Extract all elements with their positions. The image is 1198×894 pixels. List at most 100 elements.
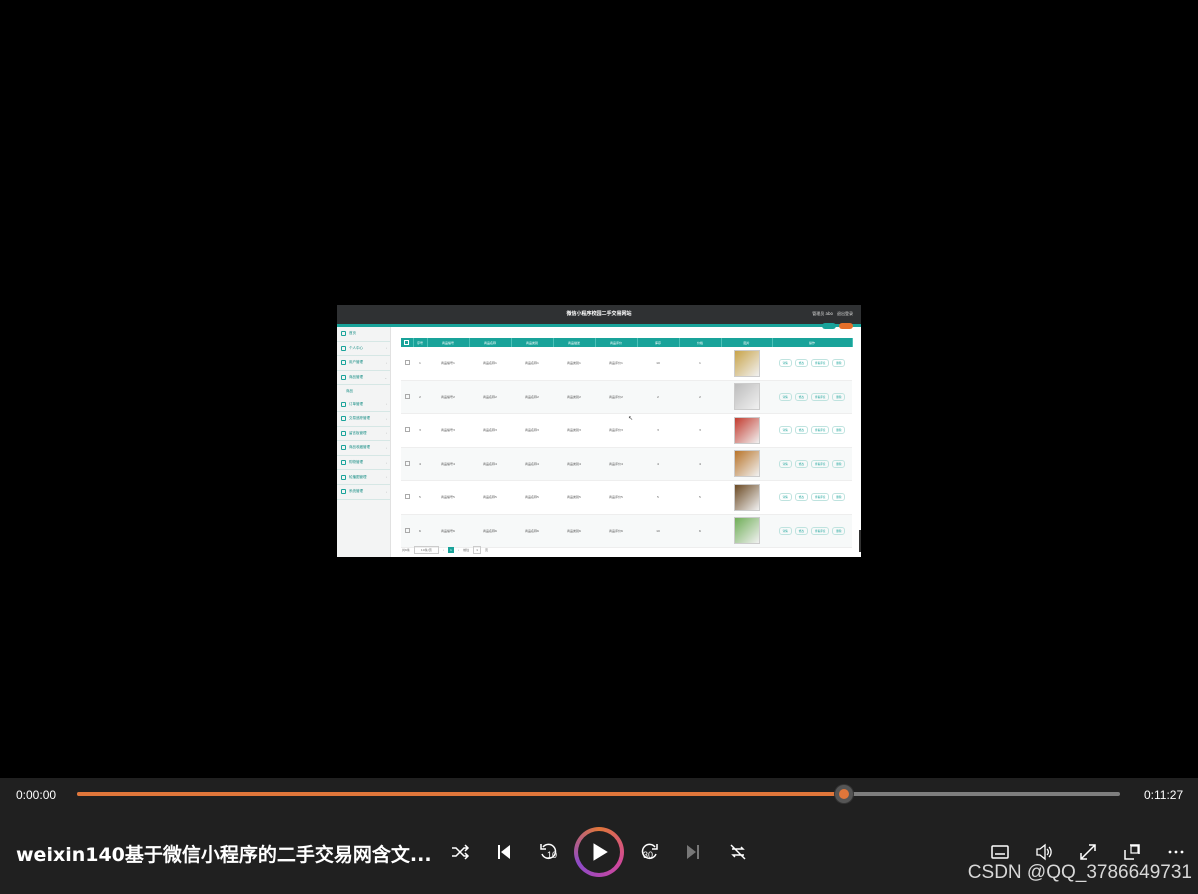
table-cell: 商品评价1 — [595, 347, 637, 381]
table-cell: 商品编号6 — [427, 514, 469, 548]
table-cell: 商品评价2 — [595, 380, 637, 414]
next-button[interactable] — [681, 840, 705, 864]
captions-button[interactable] — [988, 840, 1012, 864]
pager-size-select: 10条/页 — [413, 546, 439, 554]
system-icon — [341, 489, 346, 495]
pagination: 共6条 10条/页 ‹ 1 › 前往 1 页 — [402, 546, 488, 554]
rewind-button[interactable]: 10 — [536, 840, 560, 864]
table-header: 库存 — [637, 338, 680, 347]
product-image — [733, 383, 760, 411]
row-action-button: 详情 — [778, 526, 792, 535]
image-cell — [721, 380, 772, 414]
row-action-button: 删除 — [832, 526, 846, 535]
sidebar-item-messages: 留言板管理 › — [337, 427, 390, 442]
table-cell: 5 — [413, 480, 427, 515]
shuffle-icon — [452, 844, 470, 860]
table-cell: 商品类别5 — [553, 480, 595, 515]
sidebar-item-label: 商品管理 — [349, 375, 363, 380]
row-action-button: 删除 — [832, 493, 846, 502]
previous-button[interactable] — [492, 840, 516, 864]
table-cell: 商品名称1 — [511, 347, 553, 381]
sidebar-item-label: 交易追踪管理 — [349, 416, 370, 421]
table-cell: 商品编号2 — [427, 380, 469, 414]
table-cell: 商品名称6 — [469, 514, 511, 548]
image-cell — [721, 347, 772, 381]
sidebar-subitem-goods: 商品 — [346, 388, 353, 393]
sidebar-item-label: 购物管理 — [349, 460, 363, 465]
table-cell: 6 — [679, 514, 721, 548]
table-cell: 商品名称3 — [469, 413, 511, 448]
volume-button[interactable] — [1032, 840, 1056, 864]
video-area[interactable]: 微信小程序校园二手交易网站 管理员 abo 退出登录 首页 个人中心 › 用户管理… — [0, 0, 1198, 778]
table-cell: 商品名称6 — [511, 514, 553, 548]
ops-cell: 详情 修改 查看评论 删除 — [772, 480, 852, 515]
table-cell: 商品名称5 — [511, 480, 553, 515]
order-icon — [341, 401, 346, 407]
table-cell: 商品类别2 — [553, 380, 595, 414]
row-action-button: 查看评论 — [810, 359, 830, 368]
sidebar-item-label: 个人中心 — [349, 345, 363, 350]
ops-cell: 详情 修改 查看评论 删除 — [772, 380, 852, 414]
captions-icon — [991, 845, 1009, 859]
sidebar-item-users: 用户管理 › — [337, 356, 390, 371]
fullscreen-icon — [1080, 844, 1096, 860]
ops-cell: 详情 修改 查看评论 删除 — [772, 413, 852, 448]
table-row: 5 商品编号5 商品名称5 商品名称5 商品类别5 商品评价5 5 5 详情 修改 查看评论 删除 — [401, 480, 852, 515]
table-cell: 10 — [637, 514, 679, 548]
row-action-button: 查看评论 — [810, 493, 830, 502]
sidebar-item-home: 首页 — [337, 327, 390, 342]
checkbox — [404, 339, 410, 345]
table-cell: 1 — [413, 347, 427, 381]
ops-cell: 详情 修改 查看评论 删除 — [772, 514, 852, 548]
watermark: CSDN @QQ_3786649731 — [967, 862, 1192, 883]
pager-total: 共6条 — [402, 548, 410, 552]
seek-bar[interactable] — [77, 785, 1120, 803]
table-cell: 3 — [637, 413, 679, 448]
skip-next-icon — [687, 845, 699, 859]
forward-button[interactable]: 30 — [638, 840, 662, 864]
table-cell: 商品评价5 — [595, 480, 637, 515]
table-cell: 4 — [637, 447, 679, 481]
sidebar-item-orders: 订单管理 › — [337, 397, 390, 412]
favorite-icon — [341, 445, 346, 451]
table-cell: 商品编号4 — [427, 447, 469, 481]
product-image — [733, 349, 760, 377]
logout-link: 退出登录 — [837, 311, 853, 316]
play-button[interactable] — [574, 827, 624, 877]
seek-thumb[interactable] — [834, 785, 853, 803]
sidebar-item-trade-track: 交易追踪管理 › — [337, 412, 390, 427]
skip-previous-icon — [498, 845, 510, 859]
table-cell: 商品名称3 — [511, 413, 553, 448]
message-icon — [341, 430, 346, 436]
row-checkbox — [404, 427, 410, 433]
table-cell: 1 — [679, 347, 721, 381]
shuffle-button[interactable] — [448, 840, 472, 864]
mini-player-button[interactable] — [1120, 840, 1144, 864]
table-cell: 4 — [413, 447, 427, 481]
pager-unit: 页 — [485, 548, 489, 552]
pager-goto-input: 1 — [473, 546, 482, 554]
row-action-button: 修改 — [794, 493, 808, 502]
row-actions: 详情 修改 查看评论 删除 — [776, 392, 848, 401]
user-icon — [341, 345, 346, 351]
play-button-inner — [578, 831, 620, 873]
fullscreen-button[interactable] — [1076, 840, 1100, 864]
row-action-button: 删除 — [832, 392, 846, 401]
more-options-button[interactable] — [1164, 840, 1188, 864]
sidebar-item-label: 首页 — [349, 331, 356, 336]
chevron-icon: ⌄ — [384, 375, 387, 380]
row-checkbox — [404, 460, 410, 466]
row-action-button: 详情 — [778, 459, 792, 468]
table-header: 价格 — [679, 338, 722, 347]
sidebar-item-favorites: 商品收藏管理 › — [337, 441, 390, 456]
table-cell: 商品评价6 — [595, 514, 637, 548]
delete-button — [839, 323, 853, 329]
row-action-button: 查看评论 — [810, 426, 830, 435]
mouse-cursor-icon: ↖ — [628, 415, 634, 422]
sidebar-item-label: 用户管理 — [349, 360, 363, 365]
table-row: 4 商品编号4 商品名称4 商品名称4 商品类别4 商品评价4 4 4 详情 修改 查看评论 删除 — [401, 447, 852, 481]
table-row: 3 商品编号3 商品名称3 商品名称3 商品类别3 商品评价3 3 3 详情 修改 查看评论 删除 — [401, 413, 852, 448]
row-checkbox — [404, 494, 410, 500]
repeat-off-button[interactable] — [726, 840, 750, 864]
row-action-button: 详情 — [778, 493, 792, 502]
